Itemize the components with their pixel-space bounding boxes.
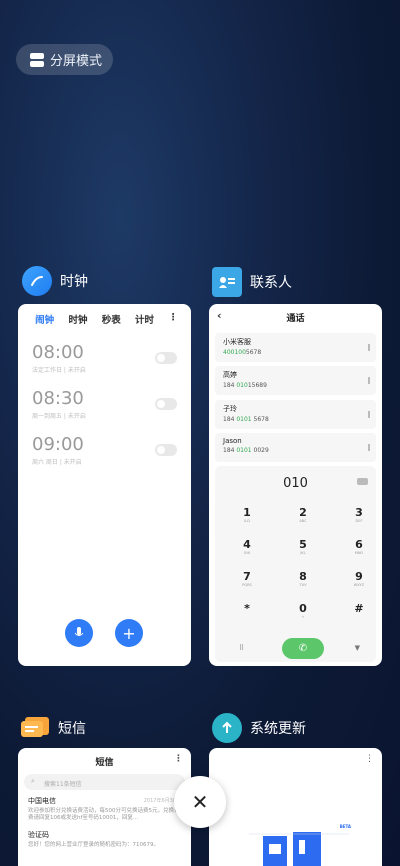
contact-name: 小米客服 bbox=[223, 338, 251, 346]
key-3[interactable]: 3 DEF bbox=[339, 506, 379, 523]
contact-entry[interactable]: 高婷 184 01015689 bbox=[215, 366, 376, 395]
contact-name: 高婷 bbox=[223, 371, 237, 379]
search-placeholder: 搜索11条短信 bbox=[44, 781, 82, 788]
tab-timer[interactable]: 计时 bbox=[135, 312, 154, 326]
contacts-app-icon bbox=[212, 267, 242, 297]
add-alarm-button[interactable]: + bbox=[115, 619, 143, 647]
key-0[interactable]: 0 + bbox=[283, 602, 323, 619]
contact-name: Jason bbox=[223, 437, 242, 445]
contact-number: 184 0101 0029 bbox=[223, 447, 269, 454]
search-icon: ⌕ bbox=[31, 777, 35, 785]
contact-number: 184 01015689 bbox=[223, 382, 267, 389]
sms-card[interactable]: 短信 ⋮ ⌕ 搜索11条短信 中国电信 欢迎参加积分兑换话费活动，每500分可兑… bbox=[18, 748, 191, 866]
alarm-time: 08:00 bbox=[32, 342, 84, 363]
more-icon[interactable]: ⋮ bbox=[365, 754, 374, 764]
dial-keypad: 010 1 ILD 2 ABC 3 DEF 4 GHI 5 JKL 6 MNO 7 PQRS … bbox=[215, 466, 376, 662]
contact-name: 子玲 bbox=[223, 405, 237, 413]
info-bar bbox=[368, 444, 370, 451]
alarm-sub: 法定工作日 | 未开启 bbox=[32, 367, 86, 374]
info-bar bbox=[368, 411, 370, 418]
collapse-keypad-icon[interactable]: ▼ bbox=[355, 644, 360, 652]
clock-app-header[interactable]: 时钟 bbox=[22, 266, 88, 296]
close-icon: ✕ bbox=[191, 790, 209, 814]
tab-stopwatch[interactable]: 秒表 bbox=[102, 312, 121, 326]
contact-entry[interactable]: 子玲 184 0101 5678 bbox=[215, 400, 376, 429]
screen-title: 短信 bbox=[95, 757, 114, 768]
clock-app-name: 时钟 bbox=[60, 274, 88, 290]
contact-number: 184 0101 5678 bbox=[223, 416, 269, 423]
update-illustration: BETA bbox=[249, 824, 351, 866]
sms-app-name: 短信 bbox=[58, 721, 86, 737]
voice-button[interactable] bbox=[65, 619, 93, 647]
sms-app-icon bbox=[20, 713, 50, 743]
key-4[interactable]: 4 GHI bbox=[227, 538, 267, 555]
alarm-time: 08:30 bbox=[32, 388, 84, 409]
clear-all-button[interactable]: ✕ bbox=[174, 776, 226, 828]
split-screen-icon bbox=[30, 52, 44, 67]
info-bar bbox=[368, 377, 370, 384]
sms-thread[interactable]: 中国电信 欢迎参加积分兑换话费活动，每500分可兑换话费5元，兑换话费请回复10… bbox=[18, 790, 191, 828]
dialpad-grid-icon[interactable]: ⠿ bbox=[239, 644, 244, 652]
call-button[interactable]: ✆ bbox=[282, 638, 324, 659]
contact-entry[interactable]: Jason 184 0101 0029 bbox=[215, 433, 376, 462]
microphone-icon bbox=[74, 626, 84, 636]
sms-thread[interactable]: 验证码 您好！您的网上营业厅登录的随机密码为：710679。 bbox=[18, 828, 191, 855]
backspace-icon[interactable] bbox=[357, 478, 368, 485]
key-1[interactable]: 1 ILD bbox=[227, 506, 267, 523]
update-app-name: 系统更新 bbox=[250, 721, 306, 737]
alarm-item[interactable]: 08:00 法定工作日 | 未开启 bbox=[18, 342, 191, 374]
key-6[interactable]: 6 MNO bbox=[339, 538, 379, 555]
split-screen-button[interactable]: 分屏模式 bbox=[16, 44, 113, 75]
update-card[interactable]: ⋮ BETA bbox=[209, 748, 382, 866]
thread-preview: 您好！您的网上营业厅登录的随机密码为：710679。 bbox=[28, 842, 159, 849]
update-app-header[interactable]: 系统更新 bbox=[212, 713, 306, 743]
key-7[interactable]: 7 PQRS bbox=[227, 570, 267, 587]
sms-app-header[interactable]: 短信 bbox=[20, 713, 86, 743]
contacts-card[interactable]: ‹ 通话 小米客服 4001005678 高婷 184 01015689 子玲 … bbox=[209, 304, 382, 666]
contacts-app-header[interactable]: 联系人 bbox=[212, 267, 292, 297]
key-star[interactable]: * bbox=[227, 602, 267, 615]
more-icon[interactable]: ⋮ bbox=[168, 312, 178, 326]
contacts-app-name: 联系人 bbox=[250, 275, 292, 291]
key-5[interactable]: 5 JKL bbox=[283, 538, 323, 555]
thread-preview: 欢迎参加积分兑换话费活动，每500分可兑换话费5元，兑换话费请回复106或发送h… bbox=[28, 808, 180, 822]
key-8[interactable]: 8 TUV bbox=[283, 570, 323, 587]
update-app-icon bbox=[212, 713, 242, 743]
key-9[interactable]: 9 WXYZ bbox=[339, 570, 379, 587]
alarm-toggle[interactable] bbox=[155, 444, 177, 456]
screen-title: 通话 bbox=[286, 313, 305, 324]
back-icon[interactable]: ‹ bbox=[217, 309, 222, 322]
alarm-sub: 周六 周日 | 未开启 bbox=[32, 459, 82, 466]
dialed-number: 010 bbox=[283, 476, 308, 491]
key-hash[interactable]: # bbox=[339, 602, 379, 615]
key-2[interactable]: 2 ABC bbox=[283, 506, 323, 523]
thread-title: 验证码 bbox=[28, 831, 49, 840]
tab-alarm[interactable]: 闹钟 bbox=[35, 312, 54, 326]
split-screen-label: 分屏模式 bbox=[50, 54, 103, 69]
clock-app-icon bbox=[22, 266, 52, 296]
contact-entry[interactable]: 小米客服 4001005678 bbox=[215, 333, 376, 362]
clock-card[interactable]: 闹钟 时钟 秒表 计时 ⋮ 08:00 法定工作日 | 未开启 08:30 周一… bbox=[18, 304, 191, 666]
alarm-toggle[interactable] bbox=[155, 352, 177, 364]
alarm-time: 09:00 bbox=[32, 434, 84, 455]
contact-number: 4001005678 bbox=[223, 349, 262, 356]
alarm-item[interactable]: 09:00 周六 周日 | 未开启 bbox=[18, 434, 191, 466]
alarm-item[interactable]: 08:30 周一到周五 | 未开启 bbox=[18, 388, 191, 420]
beta-label: BETA bbox=[339, 824, 351, 829]
info-bar bbox=[368, 344, 370, 351]
tab-clock[interactable]: 时钟 bbox=[68, 312, 87, 326]
sms-search-input[interactable]: ⌕ 搜索11条短信 bbox=[24, 774, 185, 790]
more-icon[interactable]: ⋮ bbox=[174, 754, 183, 764]
alarm-sub: 周一到周五 | 未开启 bbox=[32, 413, 86, 420]
alarm-toggle[interactable] bbox=[155, 398, 177, 410]
phone-icon: ✆ bbox=[298, 643, 308, 654]
